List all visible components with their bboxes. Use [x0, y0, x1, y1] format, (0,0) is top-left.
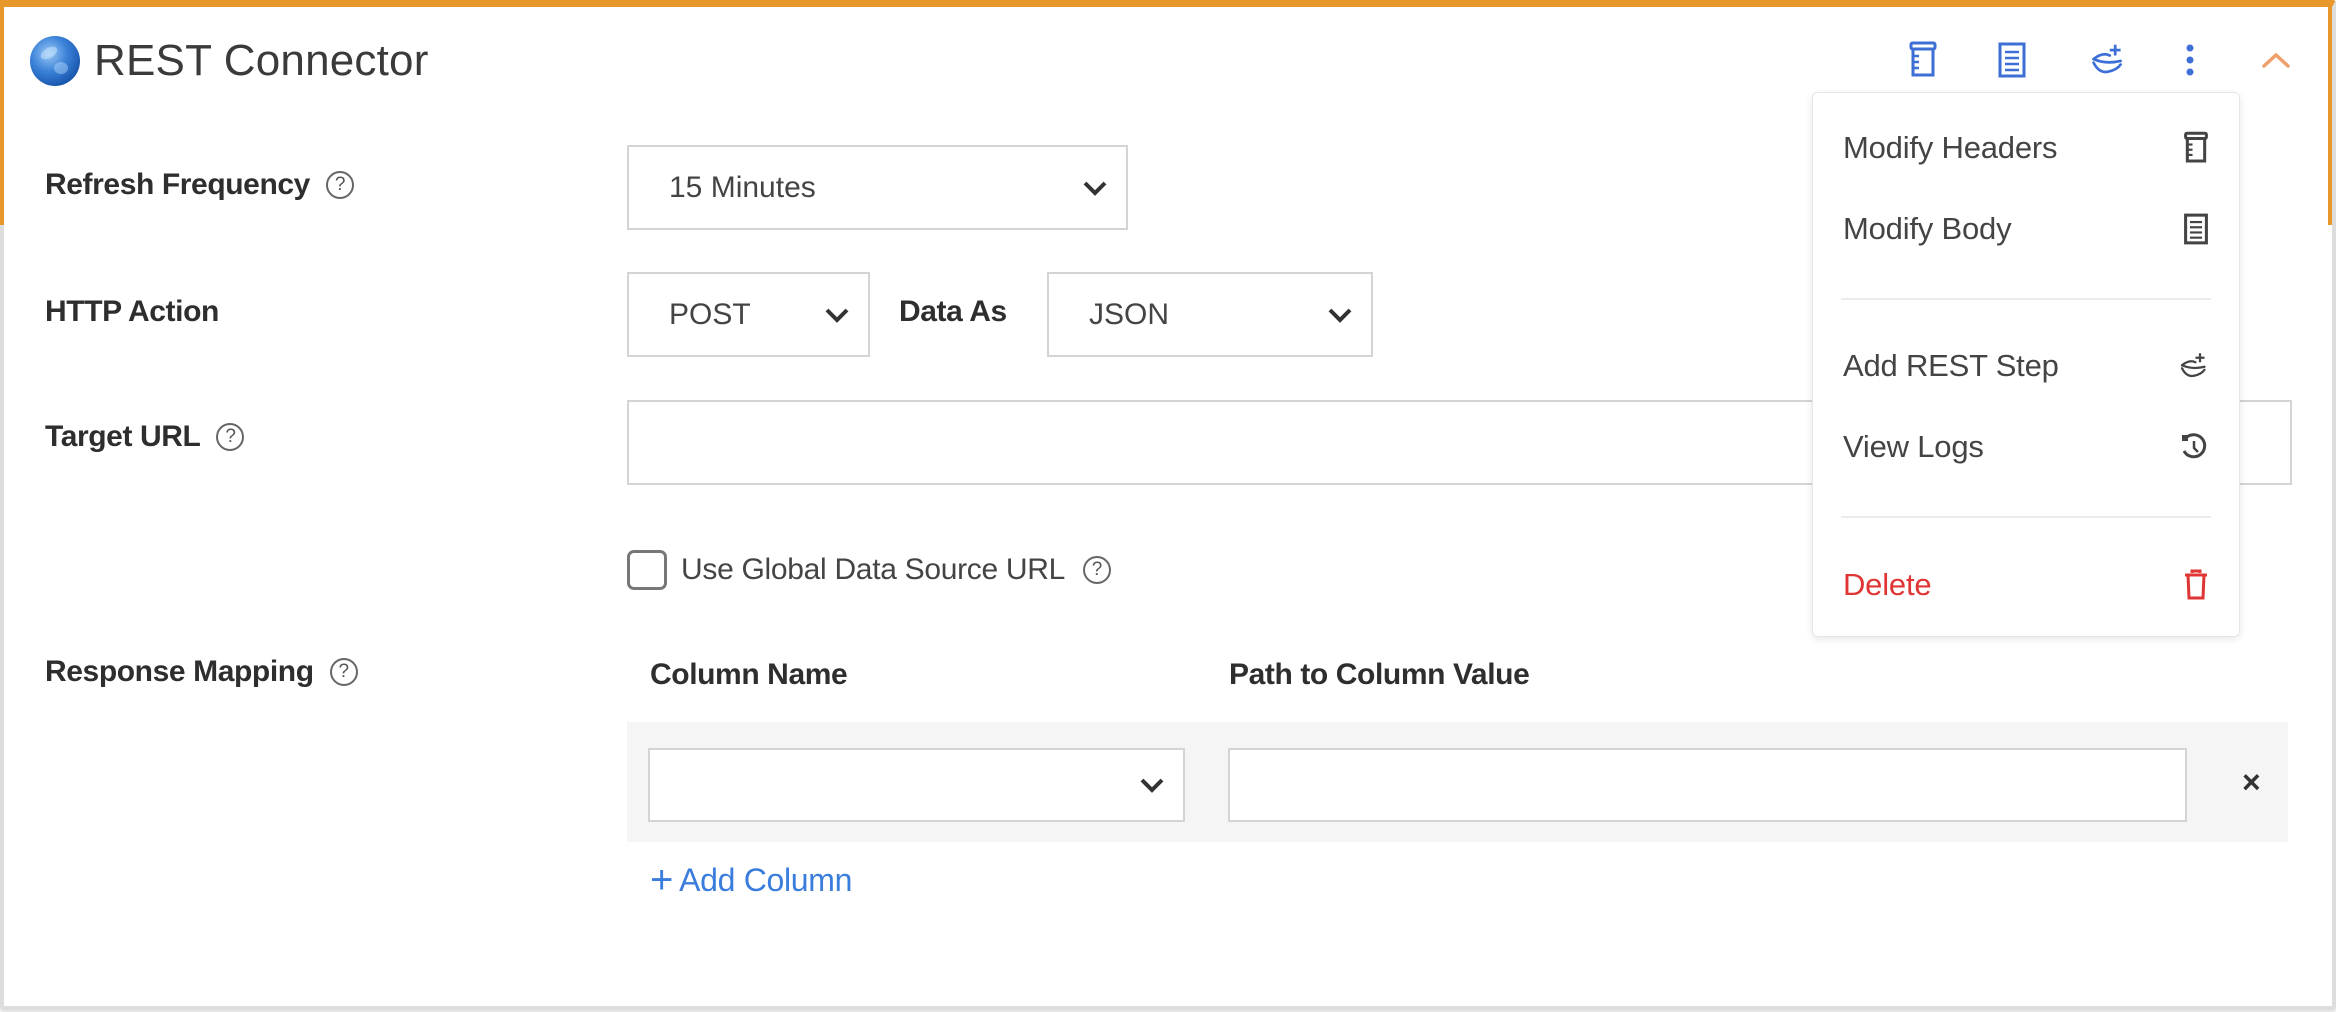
menu-item-label: Add REST Step [1843, 348, 2059, 383]
column-name-header: Column Name [650, 658, 848, 691]
headers-icon [1909, 41, 1937, 77]
chevron-down-icon [825, 308, 849, 323]
add-column-label: Add Column [679, 861, 853, 898]
menu-item-modify-body[interactable]: Modify Body [1843, 201, 2209, 257]
menu-item-view-logs[interactable]: View Logs [1843, 419, 2209, 475]
target-url-label: Target URL ? [45, 420, 245, 454]
use-global-url-checkbox[interactable] [627, 550, 667, 590]
menu-item-label: Modify Body [1843, 211, 2012, 246]
target-url-text: Target URL [45, 420, 201, 453]
modify-body-button[interactable] [1994, 40, 2030, 80]
collapse-button[interactable] [2258, 40, 2294, 80]
card-header: REST Connector [30, 36, 429, 86]
http-action-select[interactable]: POST [627, 272, 870, 357]
menu-item-label: Modify Headers [1843, 130, 2058, 165]
card-accent-left [0, 0, 4, 225]
chevron-down-icon [1083, 181, 1107, 196]
column-path-header: Path to Column Value [1229, 658, 1530, 691]
options-menu: Modify Headers Modify Body Add REST Step [1812, 92, 2240, 637]
data-as-label: Data As [899, 295, 1007, 328]
card-accent-right [2328, 0, 2332, 225]
body-icon [2184, 213, 2208, 245]
add-rest-step-button[interactable] [2090, 40, 2126, 80]
add-step-icon [2092, 44, 2122, 74]
globe-icon [30, 36, 80, 86]
data-as-value: JSON [1089, 297, 1170, 331]
refresh-frequency-value: 15 Minutes [669, 170, 816, 204]
menu-item-label: Delete [1843, 567, 1932, 602]
chevron-down-icon [1140, 778, 1164, 793]
column-name-select[interactable] [648, 748, 1185, 822]
headers-icon [2184, 131, 2208, 163]
menu-item-delete[interactable]: Delete [1843, 557, 2209, 613]
refresh-frequency-select[interactable]: 15 Minutes [627, 145, 1128, 230]
add-step-icon [2180, 353, 2206, 378]
chevron-up-icon [2262, 52, 2290, 68]
http-action-text: HTTP Action [45, 295, 219, 328]
help-icon[interactable]: ? [325, 171, 354, 199]
help-icon[interactable]: ? [329, 658, 358, 686]
history-icon [2182, 433, 2207, 459]
plus-icon: + [650, 858, 674, 902]
chevron-down-icon [1328, 308, 1352, 323]
menu-divider [1841, 516, 2211, 518]
response-mapping-text: Response Mapping [45, 655, 314, 688]
modify-headers-button[interactable] [1905, 40, 1941, 80]
menu-item-add-rest-step[interactable]: Add REST Step [1843, 338, 2209, 394]
help-icon[interactable]: ? [216, 423, 245, 451]
kebab-menu-icon [2186, 44, 2194, 76]
data-as-select[interactable]: JSON [1047, 272, 1373, 357]
help-icon[interactable]: ? [1083, 556, 1112, 584]
refresh-frequency-label: Refresh Frequency ? [45, 168, 354, 202]
use-global-url-label: Use Global Data Source URL [681, 553, 1066, 586]
http-action-value: POST [669, 297, 751, 331]
use-global-url-checkbox-row[interactable]: Use Global Data Source URL ? [627, 550, 1112, 590]
http-action-label: HTTP Action [45, 295, 219, 329]
more-options-button[interactable] [2172, 40, 2208, 80]
trash-icon [2185, 569, 2207, 600]
response-mapping-label: Response Mapping ? [45, 655, 358, 689]
menu-item-label: View Logs [1843, 429, 1984, 464]
card-title: REST Connector [94, 36, 429, 85]
remove-row-button[interactable]: × [2242, 764, 2261, 801]
refresh-frequency-text: Refresh Frequency [45, 168, 310, 201]
menu-item-modify-headers[interactable]: Modify Headers [1843, 120, 2209, 176]
body-icon [1998, 42, 2026, 78]
column-path-input[interactable] [1228, 748, 2187, 822]
menu-divider [1841, 298, 2211, 300]
add-column-button[interactable]: + Add Column [650, 860, 852, 900]
